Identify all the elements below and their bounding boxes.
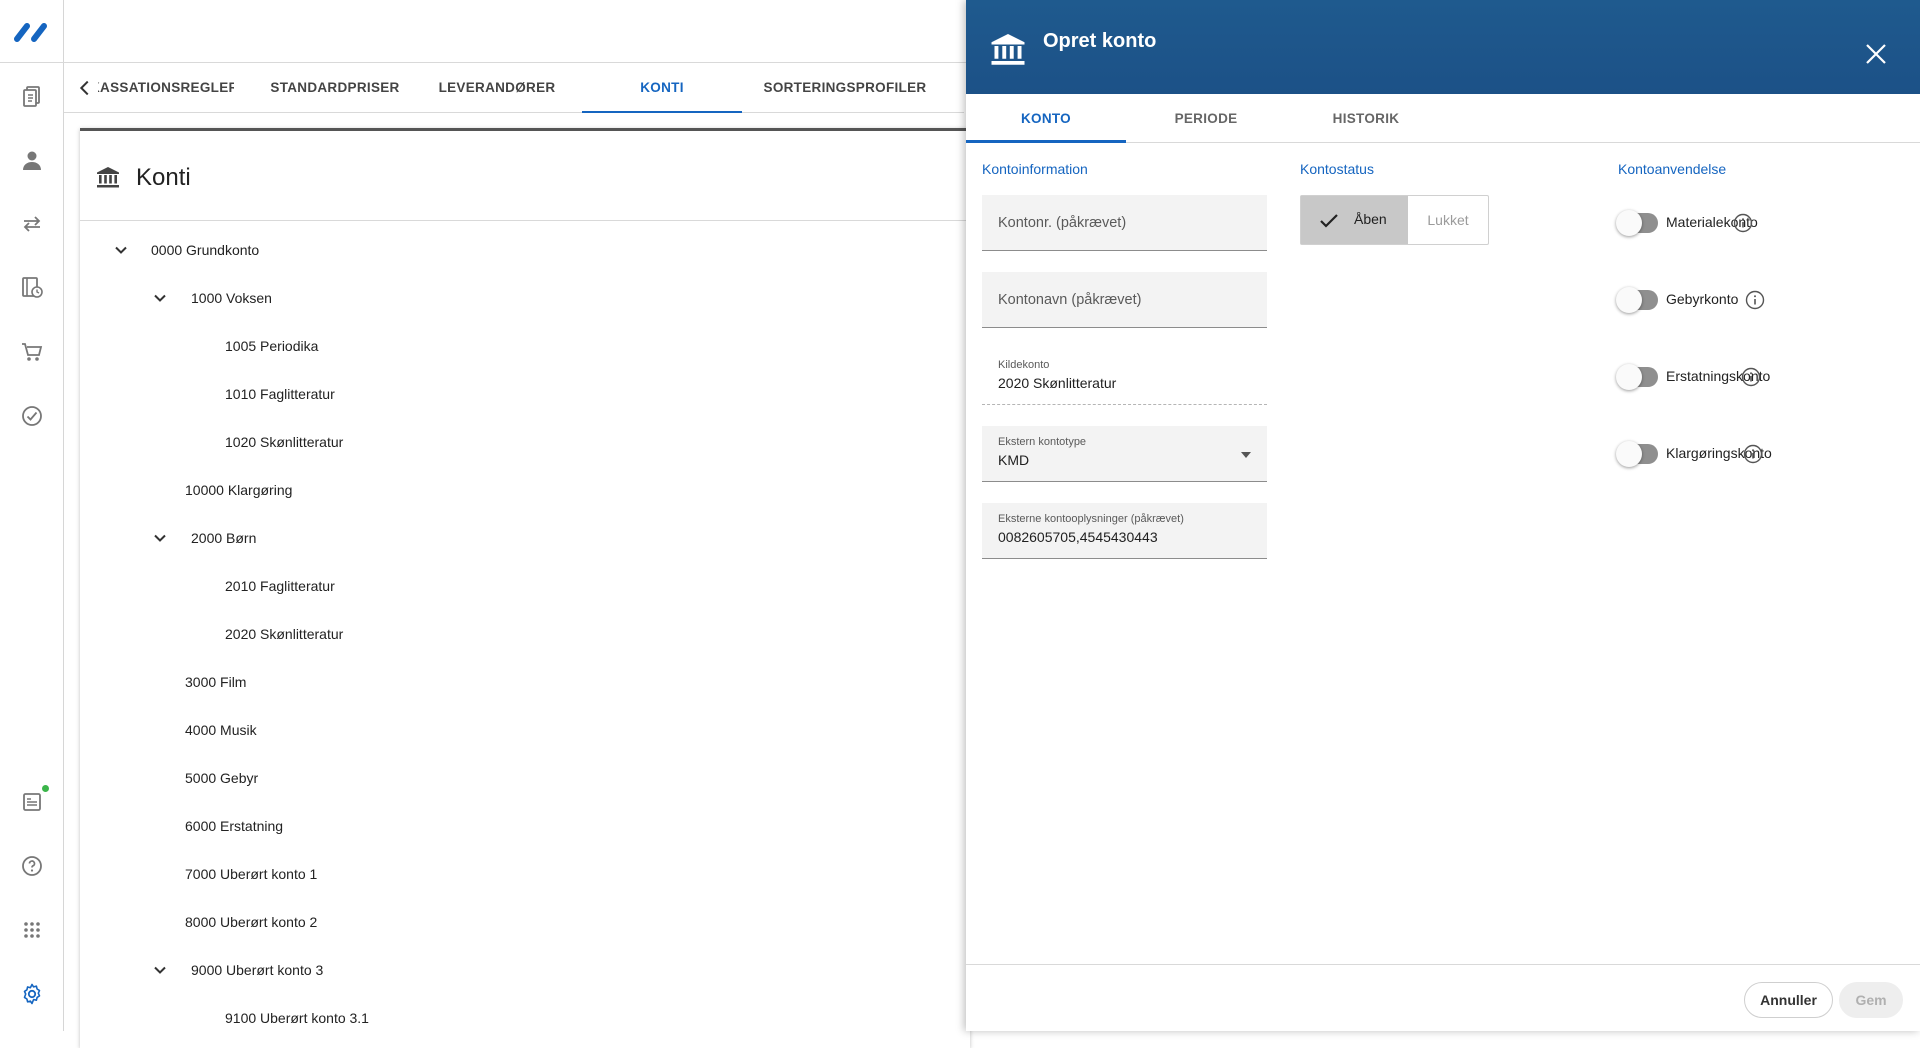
tab-leverandoerer[interactable]: LEVERANDØRER (432, 63, 562, 113)
section-title-kontoanvendelse: Kontoanvendelse (1618, 161, 1727, 177)
tree-item[interactable]: 6000 Erstatning (185, 816, 283, 836)
app-logo[interactable] (14, 20, 50, 44)
tab-label: KASSATIONSREGLER (98, 80, 234, 95)
materialekonto-switch[interactable] (1616, 210, 1658, 236)
accounts-card: Konti 0000 Grundkonto 1000 Voksen 1005 P… (80, 128, 970, 1048)
tab-kassationsregler[interactable]: KASSATIONSREGLER (98, 63, 234, 113)
page-title: Konti (136, 164, 191, 191)
tree-item[interactable]: 1005 Periodika (225, 336, 318, 356)
external-account-info-field[interactable]: Eksterne kontooplysninger (påkrævet) 008… (982, 503, 1267, 559)
save-button[interactable]: Gem (1839, 982, 1903, 1018)
account-name-field[interactable]: Kontonavn (påkrævet) (982, 272, 1267, 328)
switch-knob (1616, 441, 1642, 467)
tree-item[interactable]: 9100 Uberørt konto 3.1 (225, 1008, 369, 1028)
account-status-toggle: Åben Lukket (1300, 195, 1489, 245)
reports-icon[interactable] (18, 785, 49, 816)
card-header: Konti (80, 131, 970, 221)
tree-item[interactable]: 9000 Uberørt konto 3 (191, 960, 323, 980)
tab-periode[interactable]: PERIODE (1126, 94, 1286, 143)
panel-title: Opret konto (1043, 30, 1157, 52)
source-account-label: Kildekonto (998, 359, 1050, 371)
status-open-label: Åben (1354, 211, 1387, 227)
tree-item[interactable]: 4000 Musik (185, 720, 257, 740)
cancel-button[interactable]: Annuller (1744, 982, 1833, 1018)
tree-item[interactable]: 1010 Faglitteratur (225, 384, 335, 404)
tree-item[interactable]: 1020 Skønlitteratur (225, 432, 343, 452)
external-account-type-label: Ekstern kontotype (998, 436, 1087, 448)
gebyrkonto-switch[interactable] (1616, 287, 1658, 313)
info-icon[interactable] (1743, 444, 1763, 464)
tree-item[interactable]: 3000 Film (185, 672, 246, 692)
external-account-info-label: Eksterne kontooplysninger (påkrævet) (998, 513, 1184, 525)
settings-gear-icon[interactable] (18, 980, 46, 1008)
tab-konto[interactable]: KONTO (966, 94, 1126, 143)
gebyrkonto-label: Gebyrkonto (1666, 291, 1739, 307)
panel-tabs: KONTO PERIODE HISTORIK (966, 94, 1920, 143)
tree-item[interactable]: 5000 Gebyr (185, 768, 258, 788)
source-account-field: Kildekonto 2020 Skønlitteratur (982, 349, 1267, 405)
user-icon[interactable] (18, 146, 46, 174)
status-open-button[interactable]: Åben (1301, 196, 1408, 244)
tree-item[interactable]: 7000 Uberørt konto 1 (185, 864, 317, 884)
tree-item[interactable]: 1000 Voksen (191, 288, 272, 308)
panel-header: Opret konto (966, 0, 1920, 94)
account-number-placeholder: Kontonr. (påkrævet) (998, 215, 1127, 231)
tree-item[interactable]: 0000 Grundkonto (151, 240, 259, 260)
tree-item[interactable]: 2010 Faglitteratur (225, 576, 335, 596)
dropdown-caret-icon (1241, 452, 1251, 458)
calendar-clock-icon[interactable] (18, 273, 46, 301)
nav-rail (0, 0, 64, 1031)
help-icon[interactable] (18, 852, 46, 880)
check-icon (1320, 214, 1338, 228)
section-title-kontoinformation: Kontoinformation (982, 161, 1088, 177)
check-circle-icon[interactable] (18, 402, 46, 430)
settings-tabs: KASSATIONSREGLER STANDARDPRISER LEVERAND… (64, 63, 964, 113)
erstatningskonto-switch[interactable] (1616, 364, 1658, 390)
chevron-down-icon[interactable] (152, 290, 168, 306)
documents-icon[interactable] (18, 82, 46, 110)
status-closed-button[interactable]: Lukket (1408, 196, 1488, 244)
external-account-type-select[interactable]: Ekstern kontotype KMD (982, 426, 1267, 482)
source-account-value: 2020 Skønlitteratur (998, 375, 1117, 391)
apps-grid-icon[interactable] (18, 916, 46, 944)
tree-item[interactable]: 8000 Uberørt konto 2 (185, 912, 317, 932)
bank-icon (97, 167, 119, 188)
external-account-type-value: KMD (998, 452, 1030, 468)
tree-item[interactable]: 2020 Skønlitteratur (225, 624, 343, 644)
chevron-down-icon[interactable] (152, 530, 168, 546)
chevron-down-icon[interactable] (113, 242, 129, 258)
info-icon[interactable] (1741, 367, 1761, 387)
switch-knob (1616, 210, 1642, 236)
chevron-down-icon[interactable] (152, 962, 168, 978)
tab-standardpriser[interactable]: STANDARDPRISER (262, 63, 408, 113)
tab-historik[interactable]: HISTORIK (1286, 94, 1446, 143)
info-icon[interactable] (1733, 213, 1753, 233)
tree-item[interactable]: 10000 Klargøring (185, 480, 292, 500)
section-title-kontostatus: Kontostatus (1300, 161, 1374, 177)
close-icon[interactable] (1864, 42, 1888, 66)
bank-icon (991, 34, 1025, 65)
transfer-icon[interactable] (18, 210, 46, 238)
cart-icon[interactable] (18, 338, 46, 366)
account-number-field[interactable]: Kontonr. (påkrævet) (982, 195, 1267, 251)
switch-knob (1616, 287, 1642, 313)
tab-sorteringsprofiler[interactable]: SORTERINGSPROFILER (752, 63, 938, 113)
tab-konti[interactable]: KONTI (582, 63, 742, 113)
info-icon[interactable] (1745, 290, 1765, 310)
tree-item[interactable]: 2000 Børn (191, 528, 256, 548)
account-name-placeholder: Kontonavn (påkrævet) (998, 292, 1142, 308)
external-account-info-value: 0082605705,4545430443 (998, 529, 1158, 545)
klargoeringskonto-switch[interactable] (1616, 441, 1658, 467)
create-account-panel: Opret konto KONTO PERIODE HISTORIK Konto… (966, 0, 1920, 1031)
panel-footer: Annuller Gem (966, 964, 1920, 1031)
chevron-left-icon[interactable] (74, 77, 96, 99)
switch-knob (1616, 364, 1642, 390)
notification-dot (42, 785, 49, 792)
